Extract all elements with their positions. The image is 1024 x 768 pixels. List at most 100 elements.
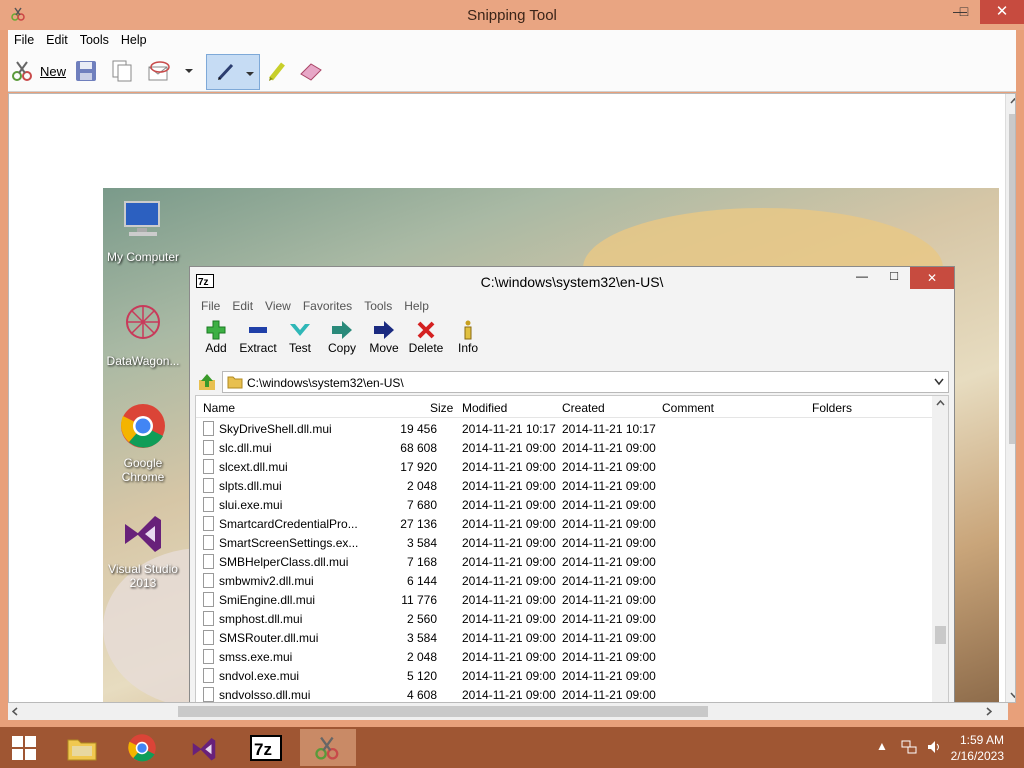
menu-tools[interactable]: Tools	[358, 297, 398, 315]
7zip-menu-bar: File Edit View Favorites Tools Help	[195, 297, 949, 317]
copy-button[interactable]: Copy	[321, 319, 363, 355]
address-bar[interactable]: C:\windows\system32\en-US\	[222, 371, 949, 393]
column-comment[interactable]: Comment	[662, 401, 714, 415]
file-name: smss.exe.mui	[219, 650, 293, 664]
chevron-down-icon[interactable]	[934, 378, 944, 386]
file-icon	[203, 421, 214, 436]
menu-file[interactable]: File	[8, 30, 40, 47]
file-icon	[203, 459, 214, 474]
scroll-up-icon[interactable]	[936, 400, 945, 406]
table-row[interactable]: SkyDriveShell.dll.mui 19 456 2014-11-21 10…	[196, 420, 932, 439]
volume-icon[interactable]	[927, 740, 943, 754]
network-icon[interactable]	[901, 740, 917, 754]
pen-icon	[217, 63, 234, 81]
file-name: slc.dll.mui	[219, 441, 272, 455]
table-row[interactable]: SMSRouter.dll.mui 3 584 2014-11-21 09:00 20…	[196, 629, 932, 648]
scroll-right-icon[interactable]	[986, 707, 992, 716]
show-hidden-icons-icon[interactable]: ▲	[876, 739, 888, 753]
file-size: 6 144	[406, 574, 437, 588]
column-size[interactable]: Size	[430, 401, 453, 415]
table-row[interactable]: slpts.dll.mui 2 048 2014-11-21 09:00 2014-1…	[196, 477, 932, 496]
scrollbar-thumb[interactable]	[935, 626, 946, 644]
extract-button[interactable]: Extract	[237, 319, 279, 355]
maximize-button[interactable]: □	[948, 0, 980, 22]
table-row[interactable]: slc.dll.mui 68 608 2014-11-21 09:00 2014-11…	[196, 439, 932, 458]
file-icon	[203, 554, 214, 569]
menu-edit[interactable]: Edit	[40, 30, 74, 47]
taskbar-snipping-tool[interactable]	[300, 729, 356, 766]
file-size: 17 920	[400, 460, 437, 474]
scroll-left-icon[interactable]	[12, 707, 18, 716]
title-bar[interactable]: Snipping Tool — □ ✕	[0, 0, 1024, 30]
send-dropdown-arrow[interactable]	[184, 56, 194, 86]
clock[interactable]: 1:59 AM 2/16/2023	[951, 732, 1004, 764]
7zip-title-bar[interactable]: 7z C:\windows\system32\en-US\ — □ ✕	[190, 267, 954, 297]
canvas-vertical-scrollbar[interactable]	[1005, 94, 1016, 702]
scroll-down-icon[interactable]	[1010, 692, 1016, 698]
column-created[interactable]: Created	[562, 401, 605, 415]
desktop-icon-datawagon[interactable]: DataWagon...	[103, 300, 183, 368]
eraser-button[interactable]	[298, 56, 324, 86]
close-button[interactable]: ✕	[980, 0, 1024, 24]
scrollbar-thumb[interactable]	[1009, 114, 1015, 444]
info-button[interactable]: Info	[447, 319, 489, 355]
delete-button[interactable]: Delete	[405, 319, 447, 355]
copy-button[interactable]	[110, 56, 134, 86]
new-button[interactable]: New	[10, 56, 66, 86]
file-size: 7 680	[406, 498, 437, 512]
file-modified: 2014-11-21 09:00	[462, 650, 556, 664]
chevron-down-icon[interactable]	[245, 69, 255, 79]
table-row[interactable]: SmartcardCredentialPro... 27 136 2014-11-2…	[196, 515, 932, 534]
menu-help[interactable]: Help	[398, 297, 435, 315]
file-name: slpts.dll.mui	[219, 479, 282, 493]
taskbar-file-explorer[interactable]	[54, 729, 110, 766]
canvas-horizontal-scrollbar[interactable]	[8, 703, 1008, 720]
save-button[interactable]	[74, 56, 98, 86]
table-row[interactable]: smbwmiv2.dll.mui 6 144 2014-11-21 09:00 201…	[196, 572, 932, 591]
clock-date: 2/16/2023	[950, 749, 1004, 763]
7zip-minimize-button[interactable]: —	[856, 269, 868, 283]
table-row[interactable]: smphost.dll.mui 2 560 2014-11-21 09:00 2014…	[196, 610, 932, 629]
table-row[interactable]: SMBHelperClass.dll.mui 7 168 2014-11-21 09…	[196, 553, 932, 572]
new-label: New	[40, 63, 67, 79]
minus-icon	[249, 327, 267, 333]
7zip-maximize-button[interactable]: □	[890, 268, 898, 283]
up-folder-button[interactable]	[198, 373, 216, 394]
menu-edit[interactable]: Edit	[226, 297, 259, 315]
test-button[interactable]: Test	[279, 319, 321, 355]
scroll-up-icon[interactable]	[1010, 98, 1016, 104]
menu-file[interactable]: File	[195, 297, 226, 315]
7zip-close-button[interactable]: ✕	[910, 267, 954, 289]
menu-view[interactable]: View	[259, 297, 297, 315]
desktop-icon-visual-studio[interactable]: Visual Studio 2013	[103, 508, 183, 590]
table-row[interactable]: slui.exe.mui 7 680 2014-11-21 09:00 2014-11…	[196, 496, 932, 515]
start-button[interactable]	[0, 729, 48, 766]
pen-button[interactable]	[206, 54, 260, 90]
column-modified[interactable]: Modified	[462, 401, 507, 415]
taskbar-visual-studio[interactable]	[176, 729, 232, 766]
file-list-scrollbar[interactable]	[932, 396, 948, 702]
menu-tools[interactable]: Tools	[74, 30, 115, 47]
menu-help[interactable]: Help	[115, 30, 153, 47]
table-row[interactable]: SmiEngine.dll.mui 11 776 2014-11-21 09:00 2…	[196, 591, 932, 610]
desktop-icon-google-chrome[interactable]: Google Chrome	[103, 402, 183, 484]
highlighter-button[interactable]	[266, 56, 288, 86]
move-button[interactable]: Move	[363, 319, 405, 355]
file-modified: 2014-11-21 09:00	[462, 574, 556, 588]
table-row[interactable]: sndvolsso.dll.mui 4 608 2014-11-21 09:00 20…	[196, 686, 932, 702]
column-folders[interactable]: Folders	[812, 401, 852, 415]
scrollbar-thumb[interactable]	[178, 706, 708, 717]
taskbar-7zip[interactable]: 7z	[238, 729, 294, 766]
table-row[interactable]: slcext.dll.mui 17 920 2014-11-21 09:00 2014…	[196, 458, 932, 477]
table-row[interactable]: sndvol.exe.mui 5 120 2014-11-21 09:00 2014-…	[196, 667, 932, 686]
menu-favorites[interactable]: Favorites	[297, 297, 358, 315]
taskbar-chrome[interactable]	[114, 729, 170, 766]
column-name[interactable]: Name	[203, 401, 235, 415]
desktop-icon-my-computer[interactable]: My Computer	[103, 196, 183, 264]
table-row[interactable]: smss.exe.mui 2 048 2014-11-21 09:00 2014-11…	[196, 648, 932, 667]
tool-label: Delete	[408, 341, 444, 355]
file-name: smphost.dll.mui	[219, 612, 303, 626]
send-snip-button[interactable]	[146, 56, 172, 86]
table-row[interactable]: SmartScreenSettings.ex... 3 584 2014-11-21…	[196, 534, 932, 553]
add-button[interactable]: Add	[195, 319, 237, 355]
